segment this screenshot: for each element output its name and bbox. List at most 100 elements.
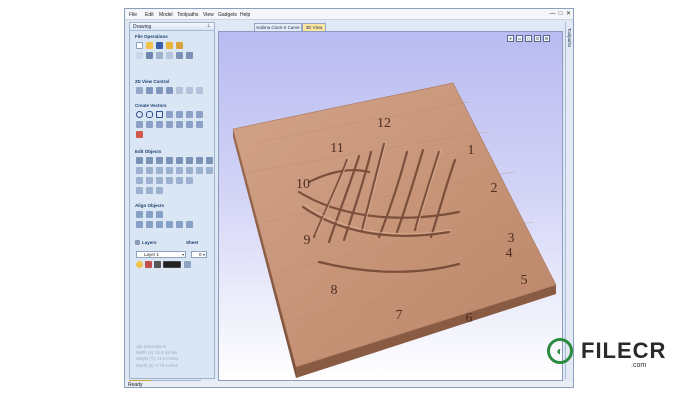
new-file-icon[interactable] <box>136 42 143 49</box>
zoom-box-icon[interactable] <box>166 87 173 94</box>
curve-fit-icon[interactable] <box>206 167 213 174</box>
close-vector-icon[interactable] <box>196 167 203 174</box>
layer-lock-icon[interactable] <box>145 261 152 268</box>
cut-icon[interactable] <box>146 52 153 59</box>
dimension-icon[interactable] <box>166 121 173 128</box>
menu-edit[interactable]: Edit <box>145 12 154 18</box>
pan-icon[interactable] <box>136 87 143 94</box>
subtract-icon[interactable] <box>166 167 173 174</box>
chevron-down-icon: ▾ <box>181 252 184 257</box>
text-tool-icon[interactable] <box>146 121 153 128</box>
lock-icon[interactable] <box>146 187 153 194</box>
ungroup-icon[interactable] <box>146 167 153 174</box>
toolpaths-panel-tab[interactable]: Toolpaths <box>565 22 573 379</box>
job-setup-icon[interactable] <box>136 52 143 59</box>
job-depth: Depth (Z): 0.75 Inches <box>136 362 178 368</box>
menu-model[interactable]: Model <box>159 12 173 18</box>
curve-tool-icon[interactable] <box>176 111 183 118</box>
light-bulb-icon[interactable] <box>136 261 143 268</box>
sheet-select-value: 0 <box>199 252 202 257</box>
tab-kalima-clock[interactable]: Kalima Clock II Carve <box>254 23 302 31</box>
close-button[interactable]: ✕ <box>565 11 572 18</box>
section-title-file-operations: File Operations <box>135 34 168 39</box>
bezier-icon[interactable] <box>176 177 183 184</box>
scale-icon[interactable] <box>166 157 173 164</box>
paste-icon[interactable] <box>166 52 173 59</box>
3d-viewport[interactable]: ⌖ ▭ ▯ ⊡ ⚙ 12 1 2 3 4 5 6 7 8 9 10 11 <box>218 31 563 381</box>
bitmap-trace-icon[interactable] <box>136 131 143 138</box>
rectangle-tool-icon[interactable] <box>156 111 163 118</box>
maximize-button[interactable]: □ <box>557 11 564 18</box>
align-right-icon[interactable] <box>146 221 153 228</box>
grid-icon[interactable] <box>186 87 193 94</box>
menu-file[interactable]: File <box>129 12 137 18</box>
weld-icon[interactable] <box>156 167 163 174</box>
zoom-in-icon[interactable] <box>146 87 153 94</box>
rotate-icon[interactable] <box>176 157 183 164</box>
transform-icon[interactable] <box>156 157 163 164</box>
status-text: Ready <box>128 382 143 388</box>
align-vertical-icon[interactable] <box>156 211 163 218</box>
star-tool-icon[interactable] <box>136 121 143 128</box>
watermark-brand: FILECR <box>581 338 667 363</box>
dogbone-icon[interactable] <box>186 177 193 184</box>
menu-help[interactable]: Help <box>240 12 250 18</box>
open-folder-icon[interactable] <box>146 42 153 49</box>
polyline-tool-icon[interactable] <box>166 111 173 118</box>
redo-icon[interactable] <box>186 52 193 59</box>
save-icon[interactable] <box>156 42 163 49</box>
arc-tool-icon[interactable] <box>186 111 193 118</box>
distort-icon[interactable] <box>196 157 203 164</box>
align-top-icon[interactable] <box>156 221 163 228</box>
undo-icon[interactable] <box>176 52 183 59</box>
layer-options-icon[interactable] <box>184 261 191 268</box>
line-tool-icon[interactable] <box>196 111 203 118</box>
fillet-icon[interactable] <box>186 121 193 128</box>
align-left-icon[interactable] <box>136 221 143 228</box>
layer-select[interactable]: Layer 1 ▾ <box>136 251 186 258</box>
numeral-4: 4 <box>506 246 513 261</box>
move-icon[interactable] <box>206 157 213 164</box>
numeral-2: 2 <box>491 181 498 196</box>
menu-gadgets[interactable]: Gadgets <box>218 12 237 18</box>
mirror-icon[interactable] <box>186 157 193 164</box>
save-as-icon[interactable] <box>166 42 173 49</box>
tab-3d-view[interactable]: 3D View <box>302 23 326 31</box>
align-horizontal-icon[interactable] <box>146 211 153 218</box>
clock-model: 12 1 2 3 4 5 6 7 8 9 10 11 <box>232 82 557 378</box>
pin-icon[interactable]: ⊥ <box>207 23 211 29</box>
circle-tool-icon[interactable] <box>136 111 143 118</box>
layer-color-icon[interactable] <box>154 261 161 268</box>
join-icon[interactable] <box>186 167 193 174</box>
group-icon[interactable] <box>136 167 143 174</box>
menu-view[interactable]: View <box>203 12 214 18</box>
select-icon[interactable] <box>136 157 143 164</box>
nesting-icon[interactable] <box>146 177 153 184</box>
array-copy-icon[interactable] <box>136 177 143 184</box>
fit-view-icon[interactable] <box>176 87 183 94</box>
sheet-select[interactable]: 0 ▾ <box>191 251 207 258</box>
space-horizontal-icon[interactable] <box>176 221 183 228</box>
space-vertical-icon[interactable] <box>186 221 193 228</box>
import-icon[interactable] <box>176 42 183 49</box>
measure-icon[interactable] <box>136 187 143 194</box>
intersect-icon[interactable] <box>176 167 183 174</box>
smart-snap-icon[interactable] <box>156 177 163 184</box>
trim-icon[interactable] <box>196 121 203 128</box>
ruler-icon[interactable] <box>196 87 203 94</box>
ellipse-tool-icon[interactable] <box>146 111 153 118</box>
zoom-out-icon[interactable] <box>156 87 163 94</box>
align-center-icon[interactable] <box>136 211 143 218</box>
offset-vectors-icon[interactable] <box>166 177 173 184</box>
node-edit-icon[interactable] <box>146 157 153 164</box>
layers-row: Layer 1 ▾ 0 ▾ <box>136 251 212 259</box>
color-swatch[interactable] <box>163 261 181 268</box>
unlock-icon[interactable] <box>156 187 163 194</box>
menu-toolpaths[interactable]: Toolpaths <box>177 12 198 18</box>
status-bar: Ready <box>125 381 573 388</box>
minimize-button[interactable]: — <box>549 11 556 18</box>
copy-icon[interactable] <box>156 52 163 59</box>
align-bottom-icon[interactable] <box>166 221 173 228</box>
offset-icon[interactable] <box>176 121 183 128</box>
text-arc-icon[interactable] <box>156 121 163 128</box>
